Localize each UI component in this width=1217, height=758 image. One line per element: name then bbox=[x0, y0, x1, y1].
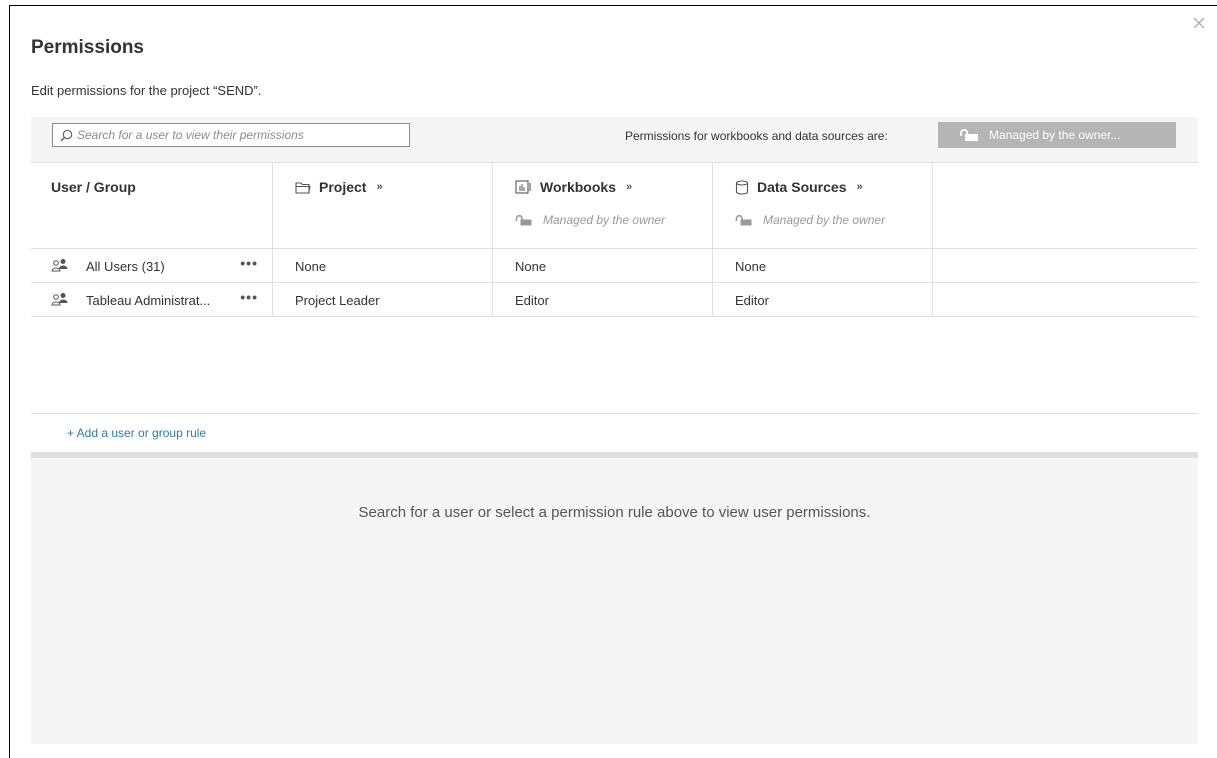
permissions-toolbar: Permissions for workbooks and data sourc… bbox=[31, 117, 1198, 163]
cell-value: None bbox=[735, 259, 767, 274]
datasources-cell[interactable]: None bbox=[713, 249, 933, 282]
cell-value: None bbox=[515, 259, 547, 274]
expand-icon[interactable]: » bbox=[376, 181, 382, 193]
cell-value: Project Leader bbox=[295, 293, 380, 308]
table-row[interactable]: Tableau Administrat... ••• Project Leade… bbox=[31, 283, 1198, 317]
empty-state-message: Search for a user or select a permission… bbox=[358, 504, 871, 521]
search-box[interactable] bbox=[52, 123, 410, 147]
more-icon[interactable]: ••• bbox=[240, 255, 258, 271]
managed-note-text: Managed by the owner bbox=[763, 213, 886, 227]
add-rule-bar: + Add a user or group rule bbox=[31, 413, 1198, 452]
user-cell[interactable]: Tableau Administrat... ••• bbox=[31, 283, 273, 316]
empty-cell bbox=[933, 249, 1198, 282]
expand-icon[interactable]: » bbox=[856, 181, 862, 193]
permissions-label: Permissions for workbooks and data sourc… bbox=[625, 129, 888, 143]
header-data-sources[interactable]: Data Sources » Managed by the owner bbox=[713, 163, 933, 248]
cell-value: None bbox=[295, 259, 327, 274]
database-icon bbox=[735, 179, 749, 195]
user-group-icon bbox=[51, 259, 68, 272]
close-icon[interactable] bbox=[1191, 15, 1207, 31]
user-name: Tableau Administrat... bbox=[86, 293, 211, 308]
workbooks-cell[interactable]: None bbox=[493, 249, 713, 282]
more-icon[interactable]: ••• bbox=[240, 289, 258, 305]
folder-icon bbox=[295, 181, 311, 194]
project-cell[interactable]: None bbox=[273, 249, 493, 282]
header-label: User / Group bbox=[51, 179, 136, 195]
table-row[interactable]: All Users (31) ••• None None None bbox=[31, 249, 1198, 283]
header-label: Data Sources bbox=[757, 179, 847, 195]
workbooks-cell[interactable]: Editor bbox=[493, 283, 713, 316]
datasources-cell[interactable]: Editor bbox=[713, 283, 933, 316]
managed-button-label: Managed by the owner... bbox=[989, 128, 1121, 142]
header-label: Project bbox=[319, 179, 367, 195]
unlocked-lock-icon bbox=[960, 129, 978, 141]
permissions-dialog: Permissions Edit permissions for the pro… bbox=[9, 5, 1217, 758]
add-rule-link[interactable]: + Add a user or group rule bbox=[67, 426, 206, 440]
expand-icon[interactable]: » bbox=[626, 181, 632, 193]
user-permissions-panel: Search for a user or select a permission… bbox=[31, 452, 1198, 744]
header-label: Workbooks bbox=[540, 179, 616, 195]
header-managed-note: Managed by the owner bbox=[515, 213, 665, 227]
permissions-grid: User / Group Project » Workbooks » Manag… bbox=[31, 163, 1198, 413]
user-group-icon bbox=[51, 293, 68, 306]
header-workbooks[interactable]: Workbooks » Managed by the owner bbox=[493, 163, 713, 248]
cell-value: Editor bbox=[515, 293, 549, 308]
dialog-subtitle: Edit permissions for the project “SEND”. bbox=[31, 83, 262, 98]
project-cell[interactable]: Project Leader bbox=[273, 283, 493, 316]
header-managed-note: Managed by the owner bbox=[735, 213, 885, 227]
grid-header-row: User / Group Project » Workbooks » Manag… bbox=[31, 163, 1198, 249]
header-project[interactable]: Project » bbox=[273, 163, 493, 248]
empty-cell bbox=[933, 283, 1198, 316]
dialog-title: Permissions bbox=[31, 37, 144, 58]
managed-by-owner-button[interactable]: Managed by the owner... bbox=[938, 122, 1176, 148]
header-empty bbox=[933, 163, 1198, 248]
search-input[interactable] bbox=[77, 126, 397, 144]
unlocked-lock-icon bbox=[735, 214, 752, 225]
search-icon bbox=[60, 129, 73, 142]
cell-value: Editor bbox=[735, 293, 769, 308]
unlocked-lock-icon bbox=[515, 214, 532, 225]
header-user-group: User / Group bbox=[31, 163, 273, 248]
user-name: All Users (31) bbox=[86, 259, 165, 274]
user-cell[interactable]: All Users (31) ••• bbox=[31, 249, 273, 282]
workbook-icon bbox=[515, 180, 531, 194]
managed-note-text: Managed by the owner bbox=[543, 213, 666, 227]
